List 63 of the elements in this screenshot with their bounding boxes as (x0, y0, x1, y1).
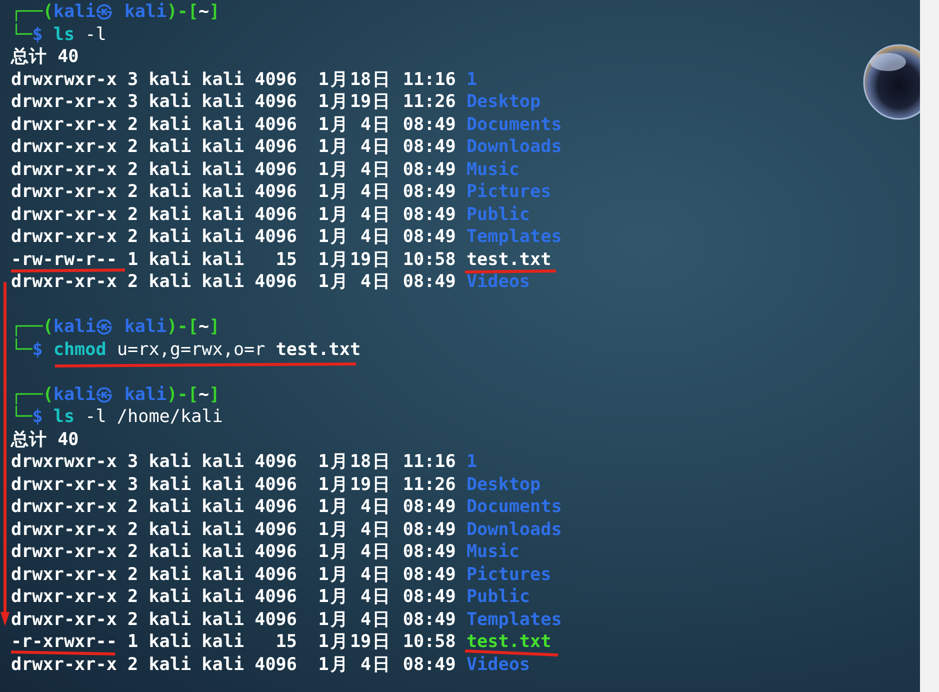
listing-line: drwxr-xr-x 2 kali kali 4096 1月 4日 08:49 (11, 116, 456, 134)
prompt-frame: )-[ (166, 318, 198, 336)
prompt-corner: └─ (11, 340, 32, 359)
prompt-user: kali㉿ kali (53, 386, 167, 404)
file-name: Pictures (466, 566, 552, 584)
prompt-frame: ┌──( (11, 318, 54, 336)
listing-line: drwxr-xr-x 2 kali kali 4096 1月 4日 08:49 (11, 498, 456, 516)
total-line: 总计 40 (11, 48, 79, 66)
listing-line: drwxr-xr-x 2 kali kali 4096 1月 4日 08:49 (11, 520, 456, 539)
file-name: 1 (466, 70, 478, 89)
file-name: Videos (466, 656, 530, 674)
listing-line: drwxr-xr-x 2 kali kali 4096 1月 4日 08:49 (11, 206, 456, 224)
file-name: Documents (466, 498, 562, 516)
listing-line: drwxr-xr-x 2 kali kali 4096 1月 4日 08:49 (11, 228, 456, 246)
command-args: -l (85, 26, 106, 44)
file-name: test.txt (466, 633, 552, 652)
prompt-dir: ~ (198, 3, 210, 22)
file-name: Public (466, 588, 530, 606)
file-name: Desktop (466, 93, 541, 112)
file-name: Music (466, 160, 520, 179)
file-name: Desktop (466, 476, 541, 494)
listing-line: drwxr-xr-x 2 kali kali 4096 1月 4日 08:49 (11, 566, 456, 584)
prompt-corner: └─ (11, 26, 32, 44)
command-name: ls (53, 408, 75, 426)
file-name: Videos (466, 273, 530, 292)
total-line: 总计 40 (11, 430, 79, 449)
prompt-frame: )-[ (166, 3, 198, 22)
listing-line: drwxr-xr-x 2 kali kali 4096 1月 4日 08:49 (11, 656, 456, 674)
file-name: Templates (466, 610, 562, 629)
listing-line: drwxr-xr-x 2 kali kali 4096 1月 4日 08:49 (11, 183, 456, 202)
listing-line: drwxr-xr-x 2 kali kali 4096 1月 4日 08:49 (11, 273, 456, 292)
file-name: Public (466, 206, 530, 224)
prompt-frame: ┌──( (11, 3, 54, 22)
prompt-symbol: $ (32, 340, 43, 359)
prompt-symbol: $ (32, 408, 43, 426)
file-name: 1 (466, 453, 478, 472)
prompt-corner: └─ (11, 408, 32, 426)
prompt-frame: )-[ (166, 386, 198, 404)
command-args: -l /home/kali (85, 408, 223, 426)
command-args: u=rx,g=rwx,o=r test.txt (116, 340, 361, 359)
listing-line: drwxr-xr-x 2 kali kali 4096 1月 4日 08:49 (11, 160, 456, 179)
file-name: Pictures (466, 183, 552, 202)
prompt-user: kali㉿ kali (53, 3, 167, 22)
listing-line: drwxr-xr-x 2 kali kali 4096 1月 4日 08:49 (11, 588, 456, 606)
prompt-symbol: $ (32, 26, 43, 44)
command-name: chmod (53, 340, 106, 359)
prompt-user: kali㉿ kali (53, 318, 167, 336)
listing-line: drwxr-xr-x 2 kali kali 4096 1月 4日 08:49 (11, 610, 456, 629)
listing-line: drwxr-xr-x 2 kali kali 4096 1月 4日 08:49 (11, 543, 456, 562)
prompt-frame: ] (209, 318, 220, 336)
file-name: Documents (466, 116, 562, 134)
file-name: Music (466, 543, 520, 562)
command-name: ls (53, 26, 75, 44)
file-name: test.txt (466, 250, 552, 269)
file-name: Templates (466, 228, 562, 246)
prompt-frame: ┌──( (11, 386, 54, 404)
file-name: Downloads (466, 138, 562, 156)
prompt-frame: ] (209, 386, 220, 404)
prompt-dir: ~ (198, 386, 210, 404)
file-name: Downloads (466, 520, 562, 539)
prompt-dir: ~ (198, 318, 210, 336)
prompt-frame: ] (209, 3, 220, 22)
listing-line: drwxr-xr-x 2 kali kali 4096 1月 4日 08:49 (11, 138, 456, 156)
